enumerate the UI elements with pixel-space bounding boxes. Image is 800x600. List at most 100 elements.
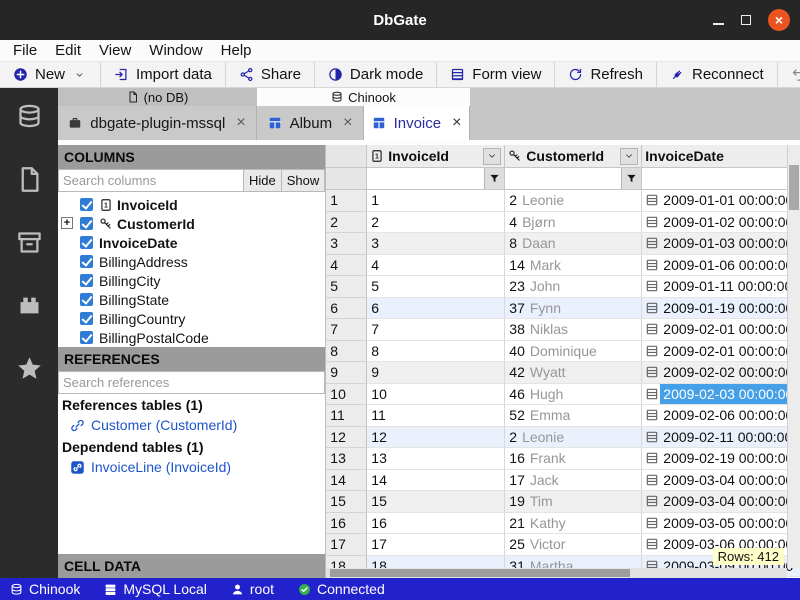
checkbox-checked[interactable]	[80, 312, 93, 325]
cell-customerid[interactable]: 46Hugh	[505, 384, 642, 406]
import-data-button[interactable]: Import data	[101, 62, 226, 87]
row-number-cell[interactable]: 15	[326, 491, 367, 513]
cell-invoiceid[interactable]: 1	[367, 190, 505, 212]
undo-button[interactable]: Undo	[778, 62, 800, 87]
filter-funnel-button[interactable]	[484, 168, 504, 189]
column-item-billingpostalcode[interactable]: BillingPostalCode	[58, 328, 325, 347]
hide-button[interactable]: Hide	[244, 169, 282, 192]
menu-file[interactable]: File	[4, 42, 46, 59]
cell-invoicedate[interactable]: 2009-01-03 00:00:00	[642, 233, 800, 255]
horizontal-scrollbar[interactable]	[326, 568, 787, 578]
column-item-customerid[interactable]: +CustomerId	[58, 214, 325, 233]
row-number-cell[interactable]: 6	[326, 298, 367, 320]
cell-customerid[interactable]: 2Leonie	[505, 190, 642, 212]
cell-invoicedate[interactable]: 2009-01-19 00:00:00	[642, 298, 800, 320]
tab-close-icon[interactable]: ×	[452, 114, 461, 132]
cell-invoicedate[interactable]: 2009-02-03 00:00:00	[642, 384, 800, 406]
row-number-cell[interactable]: 7	[326, 319, 367, 341]
row-number-cell[interactable]: 9	[326, 362, 367, 384]
dark-mode-button[interactable]: Dark mode	[315, 62, 437, 87]
row-number-cell[interactable]: 4	[326, 255, 367, 277]
vertical-scrollbar[interactable]	[787, 145, 800, 568]
cell-invoicedate[interactable]: 2009-01-06 00:00:00	[642, 255, 800, 277]
sidebar-plugin-icon[interactable]	[16, 292, 43, 324]
cell-customerid[interactable]: 8Daan	[505, 233, 642, 255]
row-number-cell[interactable]: 5	[326, 276, 367, 298]
search-references-input[interactable]	[58, 371, 325, 394]
cell-invoiceid[interactable]: 11	[367, 405, 505, 427]
show-button[interactable]: Show	[282, 169, 326, 192]
filter-input-invoicedate[interactable]	[642, 168, 800, 189]
cell-invoiceid[interactable]: 15	[367, 491, 505, 513]
row-number-cell[interactable]: 8	[326, 341, 367, 363]
cell-invoiceid[interactable]: 8	[367, 341, 505, 363]
column-item-billingcity[interactable]: BillingCity	[58, 271, 325, 290]
cell-customerid[interactable]: 23John	[505, 276, 642, 298]
status-root[interactable]: root	[231, 581, 274, 597]
filter-input-customerid[interactable]	[505, 168, 621, 189]
cell-invoiceid[interactable]: 9	[367, 362, 505, 384]
reconnect-button[interactable]: Reconnect	[657, 62, 778, 87]
column-menu-button[interactable]	[483, 148, 501, 165]
cell-invoiceid[interactable]: 17	[367, 534, 505, 556]
cell-invoicedate[interactable]: 2009-02-02 00:00:00	[642, 362, 800, 384]
filter-funnel-button[interactable]	[621, 168, 641, 189]
sidebar-star-icon[interactable]	[16, 355, 43, 387]
tab-album[interactable]: Album×	[257, 106, 364, 140]
cell-invoicedate[interactable]: 2009-03-05 00:00:00	[642, 513, 800, 535]
column-item-invoiceid[interactable]: InvoiceId	[58, 195, 325, 214]
horizontal-scrollbar-thumb[interactable]	[330, 569, 630, 577]
cell-invoiceid[interactable]: 3	[367, 233, 505, 255]
checkbox-checked[interactable]	[80, 293, 93, 306]
column-item-billingcountry[interactable]: BillingCountry	[58, 309, 325, 328]
cell-customerid[interactable]: 16Frank	[505, 448, 642, 470]
cell-invoicedate[interactable]: 2009-01-01 00:00:00	[642, 190, 800, 212]
row-number-cell[interactable]: 16	[326, 513, 367, 535]
cell-invoicedate[interactable]: 2009-01-02 00:00:00	[642, 212, 800, 234]
close-icon[interactable]	[768, 9, 790, 31]
vertical-scrollbar-thumb[interactable]	[789, 165, 799, 210]
sidebar-file-icon[interactable]	[16, 166, 43, 198]
tab-close-icon[interactable]: ×	[236, 114, 245, 132]
column-item-billingstate[interactable]: BillingState	[58, 290, 325, 309]
column-header-customerid[interactable]: CustomerId	[505, 145, 642, 168]
form-view-button[interactable]: Form view	[437, 62, 555, 87]
cell-invoicedate[interactable]: 2009-01-11 00:00:00	[642, 276, 800, 298]
row-number-cell[interactable]: 3	[326, 233, 367, 255]
column-item-invoicedate[interactable]: InvoiceDate	[58, 233, 325, 252]
row-number-cell[interactable]: 12	[326, 427, 367, 449]
cell-invoicedate[interactable]: 2009-03-04 00:00:00	[642, 470, 800, 492]
expand-icon[interactable]: +	[61, 217, 73, 229]
cell-customerid[interactable]: 38Niklas	[505, 319, 642, 341]
new-button[interactable]: New	[0, 62, 101, 87]
cell-invoiceid[interactable]: 4	[367, 255, 505, 277]
sidebar-archive-icon[interactable]	[16, 229, 43, 261]
cell-customerid[interactable]: 25Victor	[505, 534, 642, 556]
cell-customerid[interactable]: 4Bjørn	[505, 212, 642, 234]
checkbox-checked[interactable]	[80, 198, 93, 211]
column-header-invoiceid[interactable]: InvoiceId	[367, 145, 505, 168]
row-number-cell[interactable]: 2	[326, 212, 367, 234]
cell-customerid[interactable]: 52Emma	[505, 405, 642, 427]
cell-invoiceid[interactable]: 14	[367, 470, 505, 492]
tab-close-icon[interactable]: ×	[343, 114, 352, 132]
row-number-cell[interactable]: 11	[326, 405, 367, 427]
cell-invoicedate[interactable]: 2009-02-01 00:00:00	[642, 341, 800, 363]
checkbox-checked[interactable]	[80, 274, 93, 287]
column-menu-button[interactable]	[620, 148, 638, 165]
cell-invoiceid[interactable]: 13	[367, 448, 505, 470]
share-button[interactable]: Share	[226, 62, 315, 87]
minimize-icon[interactable]	[713, 23, 724, 25]
menu-view[interactable]: View	[90, 42, 140, 59]
cell-invoiceid[interactable]: 5	[367, 276, 505, 298]
cell-customerid[interactable]: 40Dominique	[505, 341, 642, 363]
row-number-cell[interactable]: 1	[326, 190, 367, 212]
cell-invoiceid[interactable]: 6	[367, 298, 505, 320]
row-number-cell[interactable]: 13	[326, 448, 367, 470]
row-number-cell[interactable]: 17	[326, 534, 367, 556]
row-number-cell[interactable]: 14	[326, 470, 367, 492]
cell-invoiceid[interactable]: 10	[367, 384, 505, 406]
row-number-cell[interactable]: 10	[326, 384, 367, 406]
cell-invoiceid[interactable]: 12	[367, 427, 505, 449]
menu-help[interactable]: Help	[212, 42, 261, 59]
